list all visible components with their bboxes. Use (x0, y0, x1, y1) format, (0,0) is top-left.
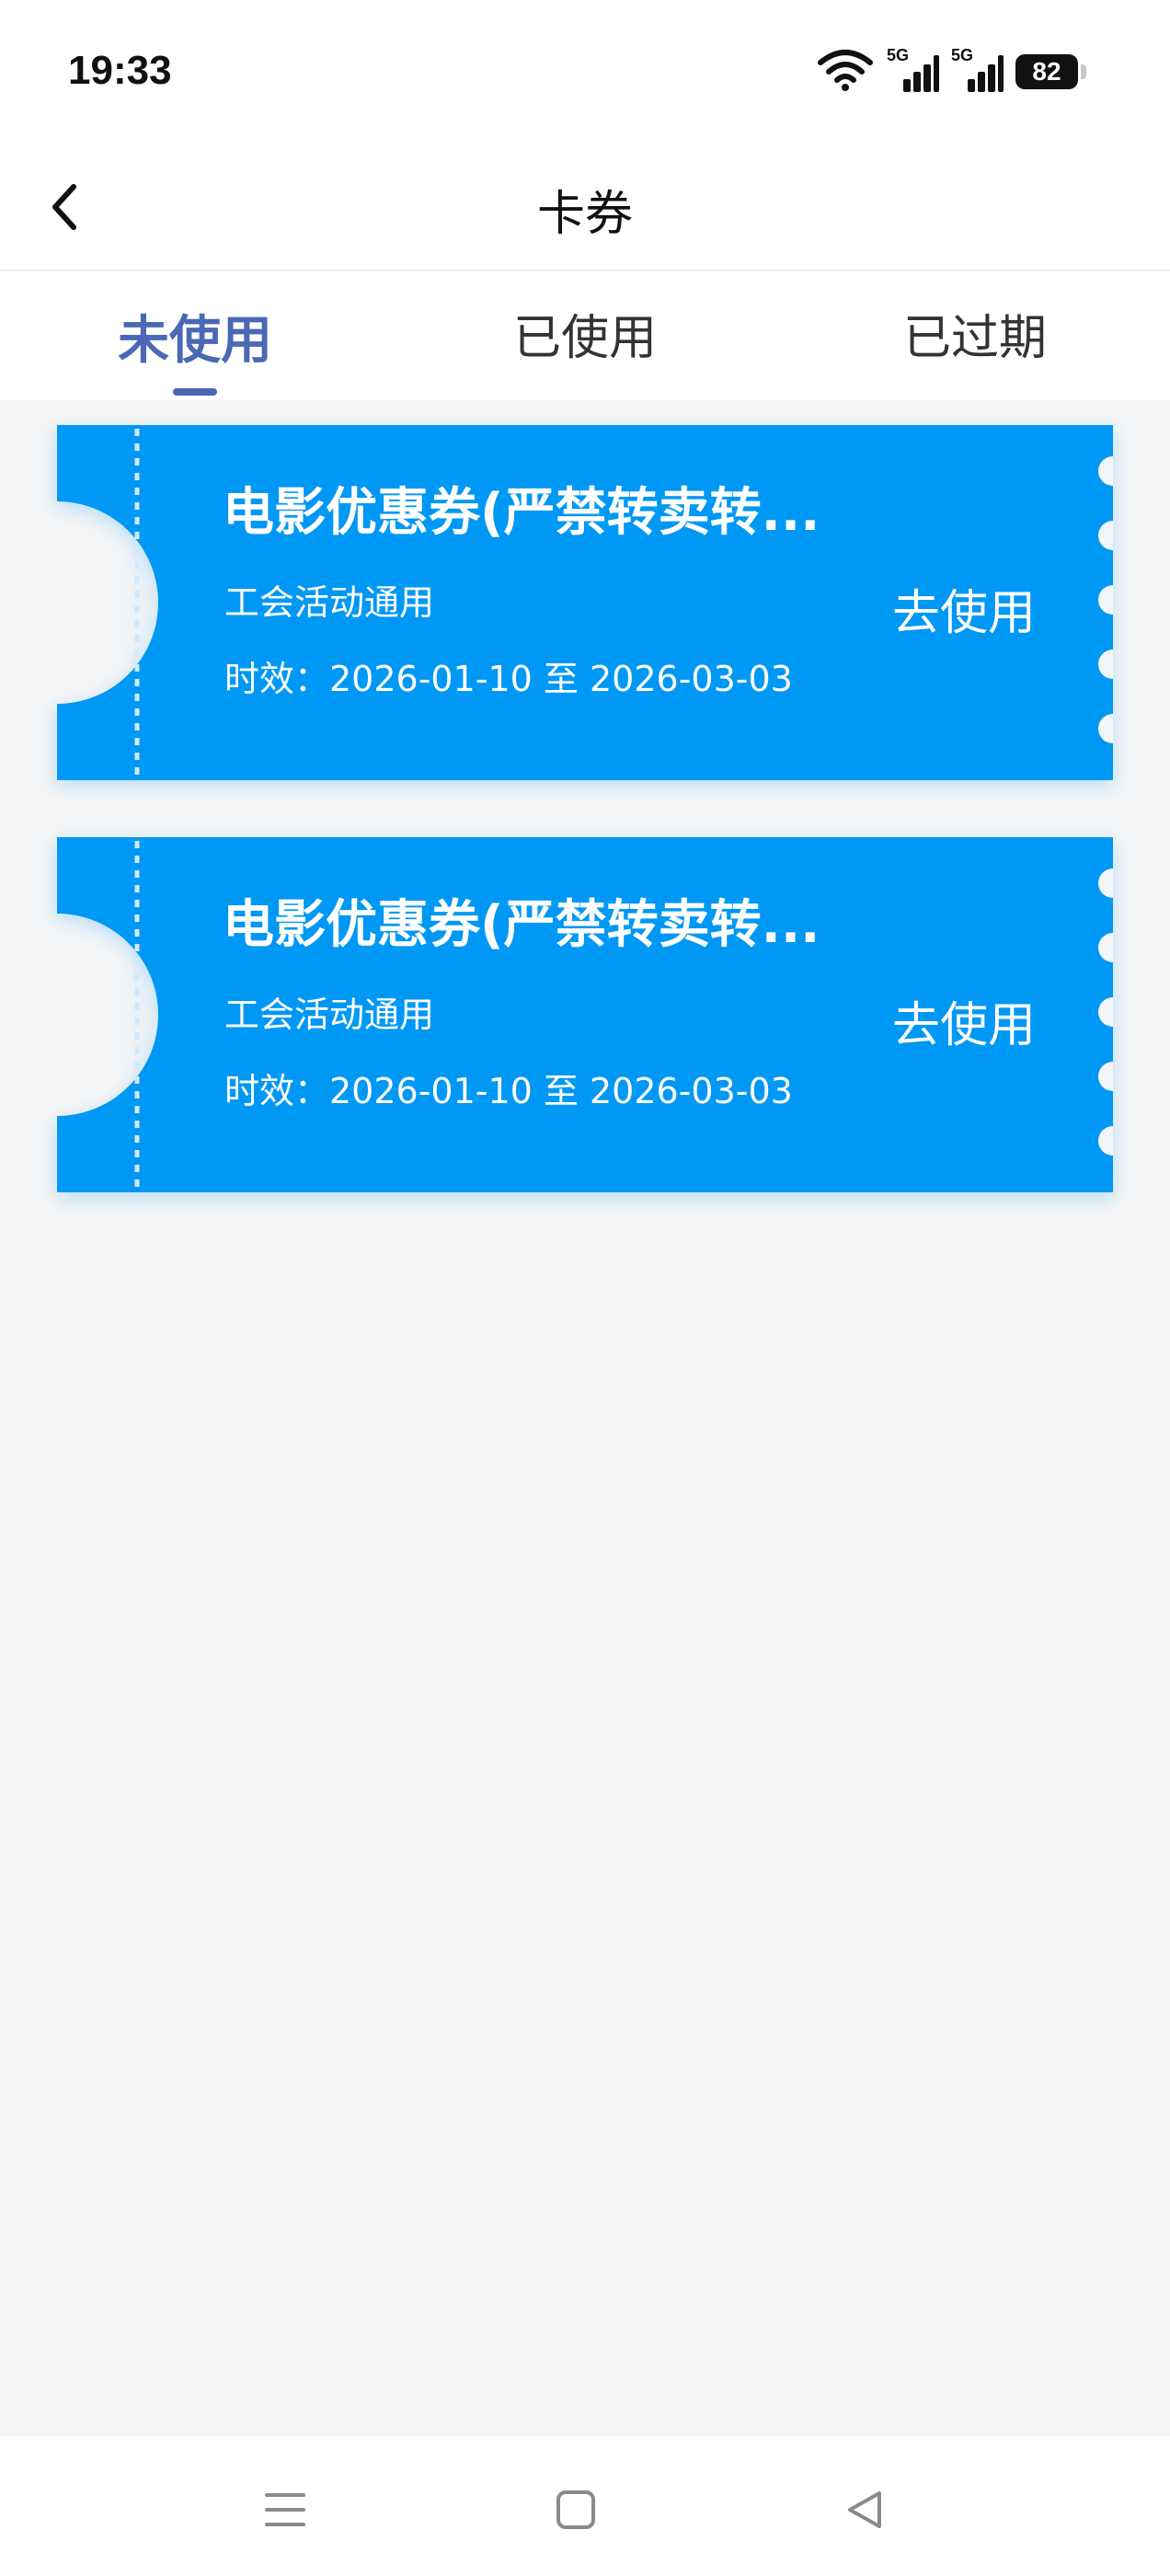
tab-bar: 未使用 已使用 已过期 (0, 271, 1170, 400)
coupon-card[interactable]: 电影优惠券(严禁转卖转... 工会活动通用 时效：2026-01-10 至 20… (57, 425, 1113, 780)
screen: 19:33 5G 5G 82 卡券 未使用 已使用 已过期 电影优惠券(严禁转卖… (0, 0, 1170, 2576)
wifi-icon (817, 48, 874, 96)
coupon-scope: 工会活动通用 (224, 995, 435, 1035)
tab-active-indicator (173, 388, 217, 396)
signal-5g-icon-2: 5G (951, 46, 1004, 94)
coupon-card[interactable]: 电影优惠券(严禁转卖转... 工会活动通用 时效：2026-01-10 至 20… (57, 837, 1113, 1192)
status-bar: 19:33 5G 5G 82 (0, 0, 1170, 147)
battery-icon: 82 (1015, 54, 1086, 89)
header: 卡券 (0, 147, 1170, 271)
tab-unused[interactable]: 未使用 (57, 299, 333, 374)
home-square-icon[interactable] (548, 2482, 603, 2537)
coupon-scope: 工会活动通用 (224, 582, 435, 623)
status-icons: 5G 5G 82 (817, 46, 1086, 96)
page-title: 卡券 (536, 187, 633, 242)
signal-label: 5G (951, 46, 974, 64)
back-triangle-icon[interactable] (837, 2482, 892, 2537)
coupon-validity: 时效：2026-01-10 至 2026-03-03 (224, 1071, 793, 1111)
signal-label: 5G (887, 46, 910, 64)
use-coupon-button[interactable]: 去使用 (892, 986, 1036, 1055)
status-time: 19:33 (68, 48, 172, 93)
system-nav-bar (0, 2436, 1170, 2576)
coupon-validity: 时效：2026-01-10 至 2026-03-03 (224, 659, 793, 699)
coupon-title: 电影优惠券(严禁转卖转... (223, 483, 820, 543)
coupon-title: 电影优惠券(严禁转卖转... (223, 895, 820, 955)
tab-used[interactable]: 已使用 (447, 299, 723, 368)
menu-icon[interactable] (258, 2482, 313, 2537)
tab-expired[interactable]: 已过期 (837, 299, 1113, 368)
use-coupon-button[interactable]: 去使用 (892, 574, 1036, 643)
signal-5g-icon: 5G (887, 46, 939, 94)
